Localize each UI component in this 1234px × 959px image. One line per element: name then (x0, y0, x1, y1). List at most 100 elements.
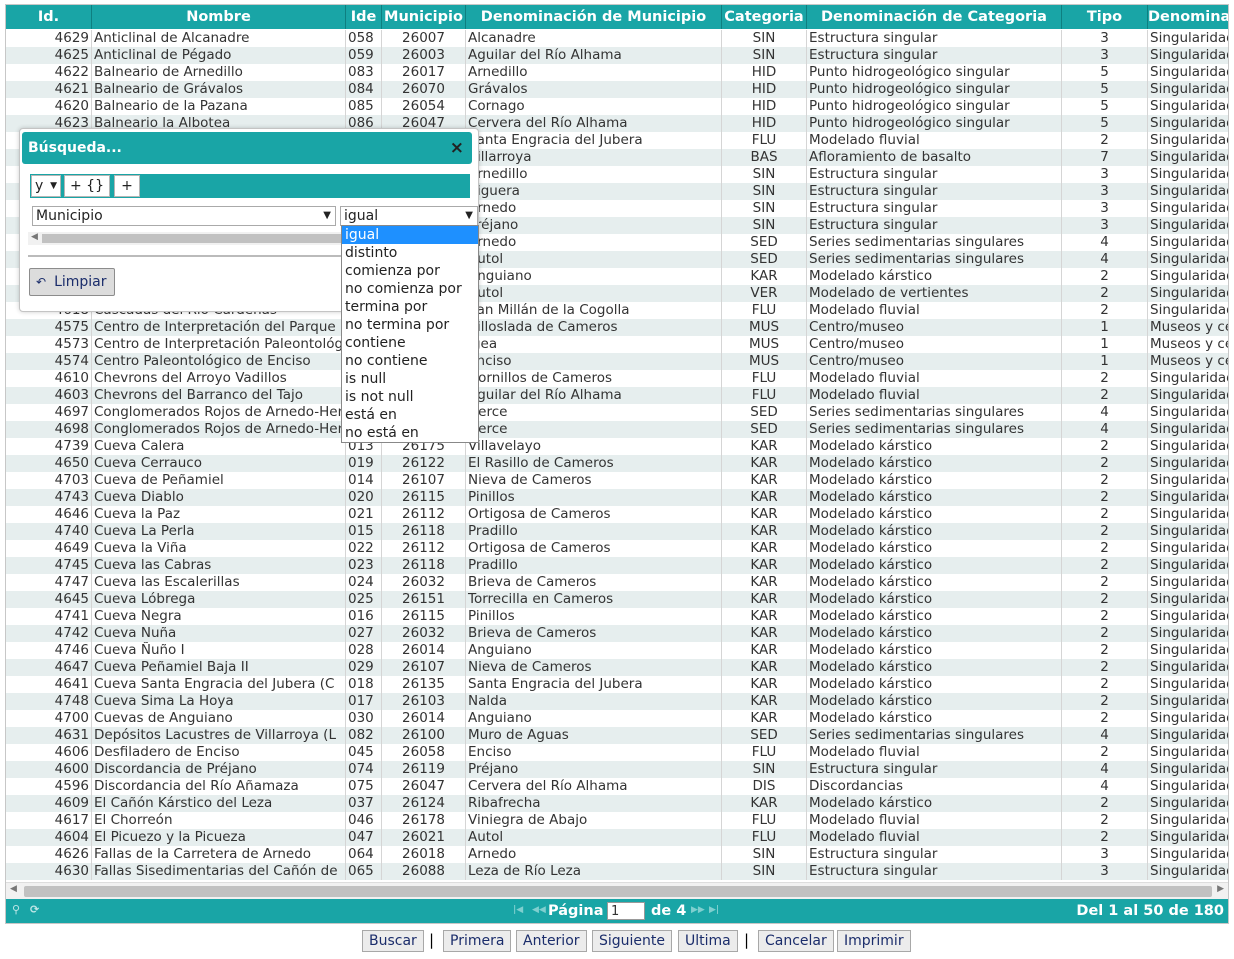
operator-option[interactable]: is null (342, 370, 478, 388)
table-row[interactable]: 4630 Fallas Sisedimentarias del Cañón de 0… (6, 863, 1228, 880)
prev-page-icon[interactable]: ◀◀ (532, 905, 546, 915)
table-row[interactable]: 4743 Cueva Diablo 020 26115 Pinillos KAR Model… (6, 489, 1228, 506)
group-operator-select[interactable]: y ▼ (31, 175, 61, 197)
column-header[interactable]: Ide (346, 5, 382, 29)
table-row[interactable]: 4646 Cueva la Paz 021 26112 Ortigosa de Came… (6, 506, 1228, 523)
table-row[interactable]: 4748 Cueva Sima La Hoya 017 26103 Nalda KAR Mo… (6, 693, 1228, 710)
close-icon[interactable]: × (450, 132, 464, 164)
scrollbar-thumb[interactable] (42, 234, 347, 243)
table-row[interactable]: 4647 Cueva Peñamiel Baja II 029 26107 Nieva … (6, 659, 1228, 676)
operator-option[interactable]: está en (342, 406, 478, 424)
horizontal-scrollbar[interactable]: ◀ ▶ (6, 882, 1228, 899)
table-row[interactable]: 4745 Cueva las Cabras 023 26118 Pradillo KAR M… (6, 557, 1228, 574)
add-group-button[interactable]: + {} (64, 175, 110, 197)
clear-button[interactable]: ↶ Limpiar (29, 268, 115, 296)
column-header[interactable]: Id. (6, 5, 92, 29)
table-row[interactable]: 4650 Cueva Cerrauco 019 26122 El Rasillo de … (6, 455, 1228, 472)
scroll-left-icon[interactable]: ◀ (10, 884, 17, 894)
table-row[interactable]: 4620 Balneario de la Pazana 085 26054 Cornag… (6, 98, 1228, 115)
column-header[interactable]: Nombre (92, 5, 346, 29)
cancelar-button[interactable]: Cancelar (758, 930, 834, 952)
table-row[interactable]: 4573 Centro de Interpretación Paleontológ… (6, 336, 1228, 353)
table-row[interactable]: 4631 Depósitos Lacustres de Villarroya (L… (6, 727, 1228, 744)
table-row[interactable]: 4742 Cueva Nuña 027 26032 Brieva de Cameros K… (6, 625, 1228, 642)
operator-option[interactable]: no contiene (342, 352, 478, 370)
table-row[interactable]: 4703 Cueva de Peñamiel 014 26107 Nieva de Ca… (6, 472, 1228, 489)
filter-group-toolbar: y ▼ + {} + (30, 174, 470, 198)
table-row[interactable]: 4609 El Cañón Kárstico del Leza 037 26124 Ri… (6, 795, 1228, 812)
dialog-scrollbar[interactable]: ◀ (28, 232, 348, 245)
column-header[interactable]: Denominación de Tipo (1148, 5, 1228, 29)
column-header[interactable]: Denominación de Categoria (807, 5, 1062, 29)
table-row[interactable]: 4741 Cueva Negra 016 26115 Pinillos KAR Modela… (6, 608, 1228, 625)
table-cell: Villarroya (466, 149, 722, 166)
table-row[interactable]: 4697 Conglomerados Rojos de Arnedo-Herce H… (6, 404, 1228, 421)
column-header[interactable]: Municipio (382, 5, 466, 29)
table-row[interactable]: 4604 El Picuezo y la Picueza 047 26021 Autol… (6, 829, 1228, 846)
table-row[interactable]: 4641 Cueva Santa Engracia del Jubera (C 01… (6, 676, 1228, 693)
table-row[interactable]: 4617 El Chorreón 046 26178 Viniegra de Abajo… (6, 812, 1228, 829)
page-input[interactable] (607, 902, 645, 920)
operator-select[interactable]: igual ▼ (340, 206, 478, 226)
table-cell: 4649 (6, 540, 92, 557)
operator-option[interactable]: no está en (342, 424, 478, 442)
table-row[interactable]: 4610 Chevrons del Arroyo Vadillos Hornillo… (6, 370, 1228, 387)
siguiente-button[interactable]: Siguiente (592, 930, 673, 952)
column-header[interactable]: Categoria (722, 5, 807, 29)
add-rule-button[interactable]: + (114, 175, 140, 197)
last-page-icon[interactable]: ▶| (709, 905, 719, 915)
table-row[interactable]: 4596 Discordancia del Río Añamaza 075 26047… (6, 778, 1228, 795)
table-row[interactable]: 4700 Cuevas de Anguiano 030 26014 Anguiano KA… (6, 710, 1228, 727)
anterior-button[interactable]: Anterior (516, 930, 587, 952)
imprimir-button[interactable]: Imprimir (837, 930, 911, 952)
table-row[interactable]: 4621 Balneario de Grávalos 084 26070 Grávalo… (6, 81, 1228, 98)
operator-option[interactable]: comienza por (342, 262, 478, 280)
table-row[interactable]: 4574 Centro Paleontológico de Enciso Encis… (6, 353, 1228, 370)
table-cell: Singularidad (1148, 98, 1228, 115)
scroll-left-icon[interactable]: ◀ (31, 232, 38, 242)
table-cell: Estructura singular (807, 30, 1062, 47)
column-header[interactable]: Denominación de Municipio (466, 5, 722, 29)
field-select[interactable]: Municipio ▼ (32, 206, 336, 226)
operator-option[interactable]: termina por (342, 298, 478, 316)
table-row[interactable]: 4603 Chevrons del Barranco del Tajo Aguila… (6, 387, 1228, 404)
primera-button[interactable]: Primera (443, 930, 512, 952)
table-row[interactable]: 4600 Discordancia de Préjano 074 26119 Préja… (6, 761, 1228, 778)
table-row[interactable]: 4625 Anticlinal de Pégado 059 26003 Aguilar … (6, 47, 1228, 64)
buscar-button[interactable]: Buscar (362, 930, 424, 952)
operator-option[interactable]: is not null (342, 388, 478, 406)
table-row[interactable]: 4739 Cueva Calera 013 26175 Villavelayo KAR Mo… (6, 438, 1228, 455)
table-cell: 3 (1062, 183, 1148, 200)
table-row[interactable]: 4649 Cueva la Viña 022 26112 Ortigosa de Cam… (6, 540, 1228, 557)
scrollbar-thumb[interactable] (24, 886, 1212, 897)
table-cell: 26118 (382, 523, 466, 540)
table-cell: Leza de Río Leza (466, 863, 722, 880)
search-icon[interactable]: ⚲ (12, 903, 20, 916)
operator-option[interactable]: igual (342, 226, 478, 244)
table-row[interactable]: 4622 Balneario de Arnedillo 083 26017 Arnedi… (6, 64, 1228, 81)
table-row[interactable]: 4746 Cueva Ñuño I 028 26014 Anguiano KAR Model… (6, 642, 1228, 659)
table-cell: 2 (1062, 268, 1148, 285)
operator-option[interactable]: no comienza por (342, 280, 478, 298)
ultima-button[interactable]: Ultima (678, 930, 738, 952)
operator-option[interactable]: contiene (342, 334, 478, 352)
table-row[interactable]: 4645 Cueva Lóbrega 025 26151 Torrecilla en C… (6, 591, 1228, 608)
table-cell: Autol (466, 285, 722, 302)
table-row[interactable]: 4626 Fallas de la Carretera de Arnedo 064 2… (6, 846, 1228, 863)
first-page-icon[interactable]: |◀ (513, 905, 523, 915)
table-row[interactable]: 4740 Cueva La Perla 015 26118 Pradillo KAR Mod… (6, 523, 1228, 540)
table-cell: Singularidad (1148, 81, 1228, 98)
scroll-right-icon[interactable]: ▶ (1217, 884, 1224, 894)
table-row[interactable]: 4747 Cueva las Escalerillas 024 26032 Brieva… (6, 574, 1228, 591)
table-cell: 4748 (6, 693, 92, 710)
table-row[interactable]: 4606 Desfiladero de Enciso 045 26058 Enciso F… (6, 744, 1228, 761)
table-row[interactable]: 4575 Centro de Interpretación del Parque V… (6, 319, 1228, 336)
table-row[interactable]: 4629 Anticlinal de Alcanadre 058 26007 Alcan… (6, 30, 1228, 47)
next-page-icon[interactable]: ▶▶ (691, 905, 705, 915)
table-row[interactable]: 4698 Conglomerados Rojos de Arnedo-Herce H… (6, 421, 1228, 438)
operator-option[interactable]: distinto (342, 244, 478, 262)
operator-option[interactable]: no termina por (342, 316, 478, 334)
column-header[interactable]: Tipo (1062, 5, 1148, 29)
refresh-icon[interactable]: ⟳ (30, 903, 39, 916)
dialog-titlebar[interactable]: Búsqueda... × (22, 132, 472, 164)
